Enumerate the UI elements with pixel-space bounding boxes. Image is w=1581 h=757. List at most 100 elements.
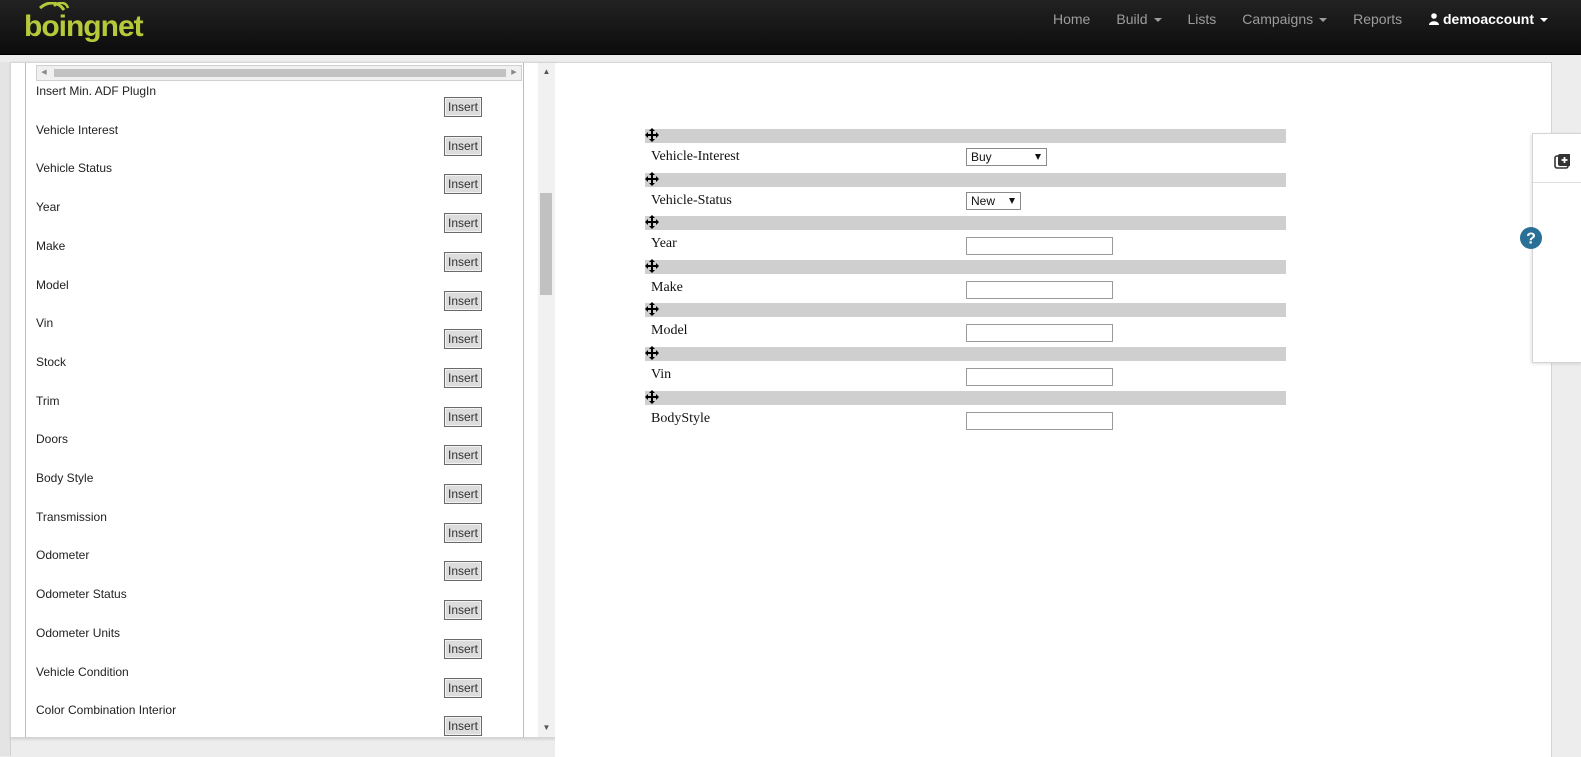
field-list: ◀ ▶ Insert Min. ADF PlugIn Insert Vehicle… (25, 63, 524, 737)
insert-button[interactable]: Insert (444, 290, 482, 311)
nav-build[interactable]: Build (1103, 11, 1174, 27)
form-field-make: Make (645, 258, 1286, 304)
insert-button[interactable]: Insert (444, 561, 482, 582)
scroll-up-icon[interactable]: ▲ (538, 65, 555, 79)
vehicle-interest-select[interactable]: Buy (966, 148, 1047, 166)
horizontal-scroll-thumb[interactable] (54, 69, 506, 77)
caret-down-icon (1153, 17, 1162, 22)
form-label: Make (651, 279, 683, 295)
form-field-model: Model (645, 302, 1286, 347)
insert-button[interactable]: Insert (444, 174, 482, 195)
insert-button[interactable]: Insert (444, 716, 482, 737)
caret-down-icon (1540, 17, 1549, 22)
bodystyle-input[interactable] (966, 411, 1113, 430)
field-label: Body Style (36, 471, 94, 485)
drag-handle-bar[interactable] (645, 303, 1286, 318)
account-name: demoaccount (1443, 11, 1535, 27)
scroll-left-icon[interactable]: ◀ (37, 66, 51, 80)
field-item: Body Style Insert (36, 471, 496, 509)
form-field-bodystyle: BodyStyle (645, 389, 1286, 435)
field-list-panel: ◀ ▶ Insert Min. ADF PlugIn Insert Vehicle… (10, 62, 557, 738)
move-arrows-icon[interactable] (645, 389, 659, 404)
nav-home[interactable]: Home (1040, 11, 1103, 27)
insert-button[interactable]: Insert (444, 677, 482, 698)
field-item: Stock Insert (36, 355, 496, 393)
form-field-vin: Vin (645, 345, 1286, 391)
add-element-icon[interactable] (1554, 153, 1570, 169)
field-label: Vehicle Condition (36, 664, 129, 679)
field-label: Vin (36, 316, 54, 331)
insert-button[interactable]: Insert (444, 406, 482, 427)
form-builder: Vehicle-Interest Buy Vehicle-Status New … (645, 128, 1286, 435)
field-item: Vehicle Status Insert (36, 161, 496, 199)
form-canvas: Vehicle-Interest Buy Vehicle-Status New … (555, 62, 1552, 757)
scroll-down-icon[interactable]: ▼ (538, 721, 555, 735)
field-item: Year Insert (36, 200, 496, 238)
account-menu[interactable]: demoaccount (1429, 0, 1549, 38)
field-item: Model Insert (36, 278, 496, 316)
field-item: Color Combination Interior Insert (36, 703, 496, 737)
field-item: Vehicle Condition Insert (36, 665, 496, 703)
insert-button[interactable]: Insert (444, 367, 482, 388)
form-label: Vehicle-Interest (651, 149, 740, 164)
vertical-scroll-thumb[interactable] (540, 193, 552, 295)
move-arrows-icon[interactable] (645, 171, 659, 186)
field-item: Vehicle Interest Insert (36, 123, 496, 161)
field-label: Year (36, 200, 61, 215)
boingnet-logo[interactable]: boingnet (24, 2, 154, 50)
form-field-vehicle-interest: Vehicle-Interest Buy (645, 128, 1286, 173)
year-input[interactable] (966, 237, 1113, 256)
drag-handle-bar[interactable] (645, 346, 1286, 361)
model-input[interactable] (966, 324, 1113, 343)
insert-button[interactable]: Insert (444, 445, 482, 466)
horizontal-scrollbar[interactable]: ◀ ▶ (36, 65, 522, 81)
insert-button[interactable]: Insert (444, 329, 482, 350)
make-input[interactable] (966, 280, 1113, 299)
svg-text:?: ? (1526, 231, 1536, 248)
form-field-vehicle-status: Vehicle-Status New (645, 171, 1286, 217)
scroll-right-icon[interactable]: ▶ (507, 66, 521, 80)
insert-button[interactable]: Insert (444, 600, 482, 621)
move-arrows-icon[interactable] (645, 258, 659, 273)
insert-button[interactable]: Insert (444, 251, 482, 272)
insert-button[interactable]: Insert (444, 638, 482, 659)
insert-button[interactable]: Insert (444, 135, 482, 156)
move-arrows-icon[interactable] (645, 128, 659, 142)
insert-button[interactable]: Insert (444, 522, 482, 543)
drag-handle-bar[interactable] (645, 172, 1286, 187)
field-item: Doors Insert (36, 432, 496, 470)
form-label: Vin (651, 366, 672, 382)
nav-reports[interactable]: Reports (1340, 11, 1415, 27)
field-label: Model (36, 277, 69, 292)
form-label: Vehicle-Status (651, 192, 732, 208)
drag-handle-bar[interactable] (645, 129, 1286, 143)
help-icon[interactable]: ? (1519, 226, 1543, 250)
form-field-year: Year (645, 215, 1286, 260)
field-label: Trim (36, 393, 60, 408)
vin-input[interactable] (966, 367, 1113, 386)
side-tools-header[interactable] (1533, 134, 1581, 183)
field-item: Insert Min. ADF PlugIn Insert (36, 84, 496, 122)
insert-button[interactable]: Insert (444, 484, 482, 504)
field-item: Odometer Units Insert (36, 626, 496, 664)
field-label: Odometer (36, 548, 90, 563)
nav-campaigns[interactable]: Campaigns (1229, 11, 1340, 27)
user-icon (1429, 13, 1439, 25)
drag-handle-bar[interactable] (645, 259, 1286, 274)
move-arrows-icon[interactable] (645, 302, 659, 317)
nav-lists[interactable]: Lists (1175, 11, 1230, 27)
form-label: Model (651, 323, 688, 339)
insert-button[interactable]: Insert (444, 213, 482, 234)
drag-handle-bar[interactable] (645, 216, 1286, 231)
drag-handle-bar[interactable] (645, 390, 1286, 405)
move-arrows-icon[interactable] (645, 215, 659, 230)
vehicle-status-select[interactable]: New (966, 191, 1021, 210)
form-label: Year (651, 236, 677, 252)
dropdown-arrow-icon (1009, 197, 1015, 204)
field-label: Make (36, 238, 66, 253)
vertical-scrollbar[interactable]: ▲ ▼ (538, 63, 555, 737)
insert-button[interactable]: Insert (444, 97, 482, 117)
move-arrows-icon[interactable] (645, 345, 659, 360)
field-item: Trim Insert (36, 394, 496, 432)
top-navbar: boingnet Home Build Lists Campaigns Repo… (0, 0, 1581, 55)
